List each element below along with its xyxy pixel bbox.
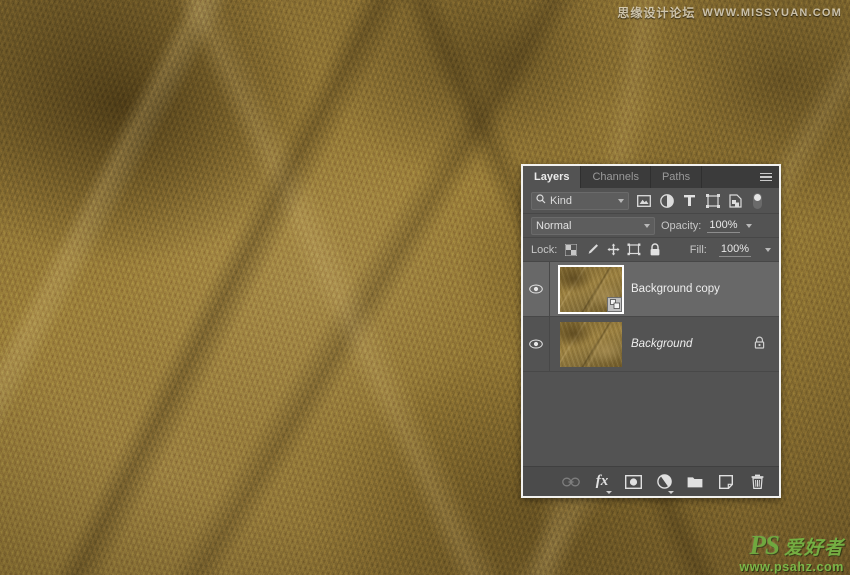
pixel-layer-filter-icon[interactable] [635,192,652,209]
lock-artboard-nesting-icon[interactable] [627,243,641,257]
layer-filter-row: Kind [523,188,779,214]
hamburger-menu-icon[interactable] [757,166,779,188]
type-layer-filter-icon[interactable] [681,192,698,209]
chevron-down-icon [644,223,650,228]
layer-style-button[interactable]: fx [593,473,612,494]
tab-channels[interactable]: Channels [581,166,651,188]
tab-layers[interactable]: Layers [523,166,582,188]
adjustment-layer-filter-icon[interactable] [658,192,675,209]
lock-image-pixels-icon[interactable] [585,243,599,257]
blend-mode-row: Normal Opacity: 100% [523,214,779,238]
add-layer-mask-button[interactable] [624,473,642,491]
filter-kind-select[interactable]: Kind [531,191,629,210]
caret-down-icon [606,490,612,494]
new-group-button[interactable] [686,473,704,491]
new-layer-icon [719,474,733,489]
opacity-value[interactable]: 100% [707,219,740,233]
layer-visibility-toggle[interactable] [523,262,550,316]
lock-position-icon[interactable] [606,243,620,257]
layer-thumbnail[interactable] [560,321,622,367]
trash-icon [751,474,763,489]
lock-all-icon[interactable] [648,243,662,257]
lock-label: Lock: [531,243,558,256]
delete-layer-button[interactable] [748,473,766,491]
eye-icon [529,339,543,349]
fill-label: Fill: [689,243,707,256]
folder-icon [687,477,703,488]
opacity-label: Opacity: [661,219,702,232]
layer-row-background-copy[interactable]: Background copy [523,262,779,317]
layer-locked-icon [754,336,765,352]
panel-tab-bar: Layers Channels Paths [523,166,779,188]
opacity-chevron-down-icon[interactable] [745,223,752,228]
tab-bar-filler [702,166,757,188]
layer-thumbnail-image [560,321,622,367]
shape-layer-filter-icon[interactable] [704,192,721,209]
lock-transparent-pixels-icon[interactable] [564,243,578,257]
link-icon [562,477,580,486]
smart-object-filter-icon[interactable] [727,192,744,209]
link-layers-button[interactable] [562,473,580,491]
new-layer-button[interactable] [717,473,735,491]
watermark-forum-name: 思缘设计论坛 [617,6,696,20]
filter-kind-label: Kind [550,194,573,207]
watermark-forum-url: WWW.MISSYUAN.COM [702,6,842,19]
fx-icon: fx [595,473,609,489]
top-watermark: 思缘设计论坛 WWW.MISSYUAN.COM [617,4,842,21]
blend-mode-value: Normal [536,219,572,232]
search-icon [536,194,546,207]
fill-chevron-down-icon[interactable] [765,247,771,252]
layer-name-label[interactable]: Background copy [631,283,779,295]
layer-name-label[interactable]: Background [631,338,754,350]
layers-panel: Layers Channels Paths Kind Normal Opacit… [521,164,781,498]
lock-row: Lock: Fill: 100% [523,238,779,262]
layer-visibility-toggle[interactable] [523,317,550,371]
smart-object-badge-icon [607,296,622,312]
chevron-down-icon [618,198,624,203]
logo-chinese-text: 爱好者 [783,537,844,559]
adjustment-circle-icon [656,474,672,489]
logo-url: www.psahz.com [739,559,844,574]
layer-row-background[interactable]: Background [523,317,779,372]
layer-thumbnail[interactable] [558,264,624,314]
new-adjustment-layer-button[interactable] [655,473,674,494]
blend-mode-select[interactable]: Normal [531,216,655,235]
site-logo-watermark: PS 爱好者 www.psahz.com [739,529,844,574]
eye-icon [529,284,543,294]
layer-mask-icon [624,474,642,489]
tab-paths[interactable]: Paths [650,166,703,188]
layers-panel-toolbar: fx [523,466,779,496]
filter-toggle-switch[interactable] [753,192,762,209]
layer-list: Background copy Background [523,262,779,466]
fill-value[interactable]: 100% [718,243,751,257]
caret-down-icon [668,490,674,494]
logo-top-row: PS 爱好者 [739,529,844,560]
photoshop-screenshot: 思缘设计论坛 WWW.MISSYUAN.COM PS 爱好者 www.psahz… [0,0,850,575]
logo-ps-text: PS [749,529,779,560]
